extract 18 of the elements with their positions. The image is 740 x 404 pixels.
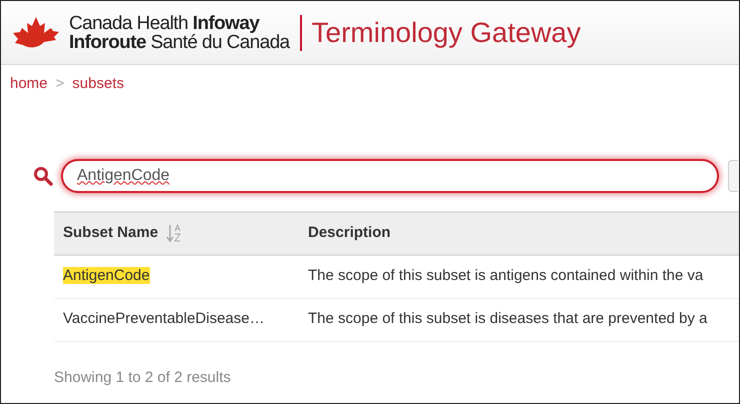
maple-leaf-icon xyxy=(11,14,61,50)
breadcrumb-separator: > xyxy=(56,74,64,94)
brand-name: Canada Health Infoway xyxy=(69,14,261,32)
description-text: The scope of this subset is antigens contained within the va xyxy=(308,267,704,284)
subset-name[interactable]: VaccinePreventableDisease… xyxy=(63,310,264,328)
results-summary: Showing 1 to 2 of 2 results xyxy=(54,368,232,388)
search-field[interactable]: AntigenCode xyxy=(61,158,719,192)
column-header[interactable]: Description xyxy=(308,224,391,241)
breadcrumb-link[interactable]: home xyxy=(10,73,48,96)
search-icon xyxy=(33,166,53,186)
breadcrumb-link[interactable]: subsets xyxy=(72,73,124,96)
site-title: Terminology Gateway xyxy=(312,16,581,50)
column-header[interactable]: Subset Name xyxy=(63,222,158,244)
brand-name: Inforoute Santé du Canada xyxy=(69,32,290,52)
search-button[interactable] xyxy=(728,160,738,192)
sort-icon[interactable] xyxy=(166,223,182,243)
subset-name[interactable]: AntigenCode xyxy=(63,267,150,284)
description-text: The scope of this subset is diseases that are prevented by a xyxy=(308,310,708,328)
